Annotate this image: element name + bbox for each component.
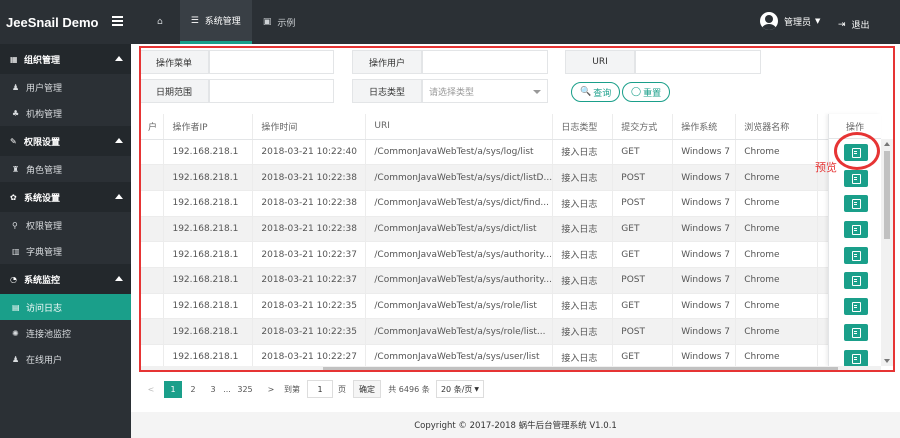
tab-examples[interactable]: ▣ 示例 [252,0,307,44]
highlight-circle [834,132,880,170]
user-icon: ♟ [12,354,20,364]
caret-down-icon: ▼ [815,17,821,25]
tab-system-management[interactable]: ☰ 系统管理 [179,0,252,44]
key-icon: ✎ [10,136,17,146]
logout-label: 退出 [851,21,870,31]
pool-icon: ✺ [12,328,19,338]
sidebar-item-orgs[interactable]: ♣ 机构管理 [0,100,131,126]
caret-up-icon [115,138,123,143]
page-unit-label: 页 [338,385,346,394]
user-menu[interactable]: 管理员 ▼ [760,12,820,30]
pagination: < 1 2 3 ... 325 > 到第 1 页 确定 共 6496 条 20 … [131,372,900,406]
tab-label: 系统管理 [204,17,241,27]
image-icon: ▣ [262,17,272,27]
logout-button[interactable]: ⇥ 退出 [838,18,870,32]
total-count: 共 6496 条 [388,385,430,394]
user-icon: ♟ [12,82,20,92]
sidebar: ▦ 组织管理 ♟ 用户管理 ♣ 机构管理 ✎ 权限设置 ♜ 角色管理 ✿ 系统设置 ⚲ 权限管… [0,44,131,438]
page-size-value: 20 条/页 [440,384,473,394]
footer: Copyright © 2017-2018 蜗牛后台管理系统 V1.0.1 [131,412,900,438]
top-bar: JeeSnail Demo ⌂ ☰ 系统管理 ▣ 示例 管理员 ▼ ⇥ 退出 [0,0,900,44]
prev-page-button[interactable]: < [145,381,157,398]
sidebar-item-pool-monitor[interactable]: ✺ 连接池监控 [0,320,131,346]
caret-up-icon [115,56,123,61]
menu-toggle-icon[interactable] [112,16,123,26]
book-icon: ▥ [12,246,20,256]
key-icon: ⚲ [12,220,18,230]
home-icon: ⌂ [157,17,163,27]
page-3-button[interactable]: 3 [207,381,219,398]
gear-icon: ✿ [10,192,17,202]
user-name: 管理员 [784,17,812,28]
dashboard-icon: ◔ [10,274,17,284]
sidebar-group-system-settings[interactable]: ✿ 系统设置 [0,182,131,212]
goto-page-input[interactable]: 1 [307,380,333,398]
org-icon: ♣ [12,108,20,118]
tab-label: 示例 [277,18,296,29]
file-icon: ▤ [12,302,20,312]
caret-up-icon [115,194,123,199]
sidebar-group-monitoring[interactable]: ◔ 系统监控 [0,264,131,294]
highlight-box [139,46,895,372]
sidebar-item-access-log[interactable]: ▤ 访问日志 [0,294,131,320]
top-nav: ⌂ ☰ 系统管理 ▣ 示例 [146,0,306,44]
avatar-icon [760,12,778,30]
role-icon: ♜ [12,164,20,174]
sidebar-group-permissions[interactable]: ✎ 权限设置 [0,126,131,156]
sidebar-item-dictionary[interactable]: ▥ 字典管理 [0,238,131,264]
page-last-button[interactable]: 325 [235,381,255,398]
sidebar-item-authority[interactable]: ⚲ 权限管理 [0,212,131,238]
app-title: JeeSnail Demo [6,15,99,30]
list-icon: ☰ [190,15,199,26]
sidebar-item-online-users[interactable]: ♟ 在线用户 [0,346,131,372]
page-2-button[interactable]: 2 [187,381,199,398]
goto-label: 到第 [284,385,300,394]
grid-icon: ▦ [10,54,18,64]
goto-confirm-button[interactable]: 确定 [353,380,381,398]
caret-up-icon [115,276,123,281]
page-1-button[interactable]: 1 [164,381,182,398]
sidebar-item-users[interactable]: ♟ 用户管理 [0,74,131,100]
page-ellipsis: ... [223,385,231,394]
next-page-button[interactable]: > [265,381,277,398]
caret-down-icon: ▼ [474,385,480,393]
logout-icon: ⇥ [838,19,846,30]
tab-home[interactable]: ⌂ [146,0,180,44]
sidebar-group-organization[interactable]: ▦ 组织管理 [0,44,131,74]
annotation-label: 预览 [815,161,837,174]
page-size-select[interactable]: 20 条/页 ▼ [436,380,484,398]
sidebar-item-roles[interactable]: ♜ 角色管理 [0,156,131,182]
